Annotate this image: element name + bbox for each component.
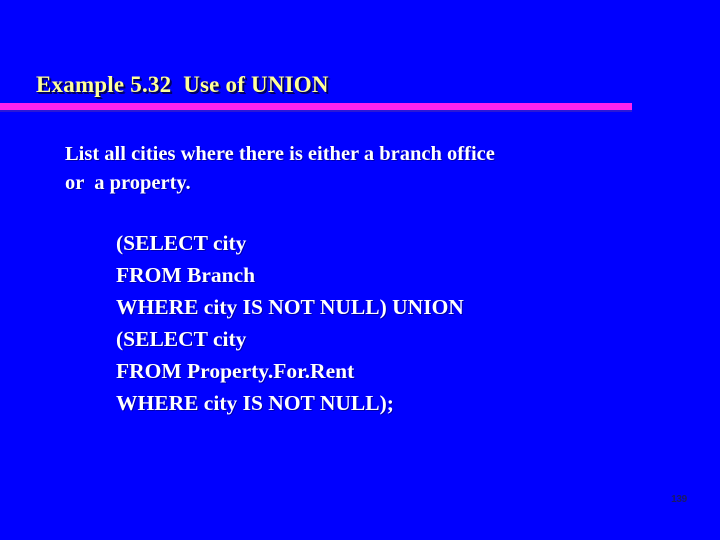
page-number: 139 (671, 494, 687, 505)
sql-line: (SELECT city (116, 231, 247, 255)
sql-line: FROM Branch (116, 263, 256, 287)
sql-line: WHERE city IS NOT NULL) UNION (116, 295, 464, 319)
title-divider-shadow (0, 110, 632, 112)
page-title: Example 5.32 Use of UNION (36, 72, 329, 97)
body-line: List all cities where there is either a … (65, 143, 495, 165)
sql-line: FROM Property.For.Rent (116, 359, 355, 383)
sql-line: (SELECT city (116, 327, 247, 351)
body-paragraph: List all cities where there is either a … (65, 140, 675, 198)
sql-line: WHERE city IS NOT NULL); (116, 391, 394, 415)
slide: Example 5.32 Use of UNION List all citie… (0, 0, 720, 540)
title-divider (0, 103, 632, 110)
body-line: or a property. (65, 172, 191, 194)
sql-code-block: (SELECT city FROM Branch WHERE city IS N… (116, 227, 464, 419)
